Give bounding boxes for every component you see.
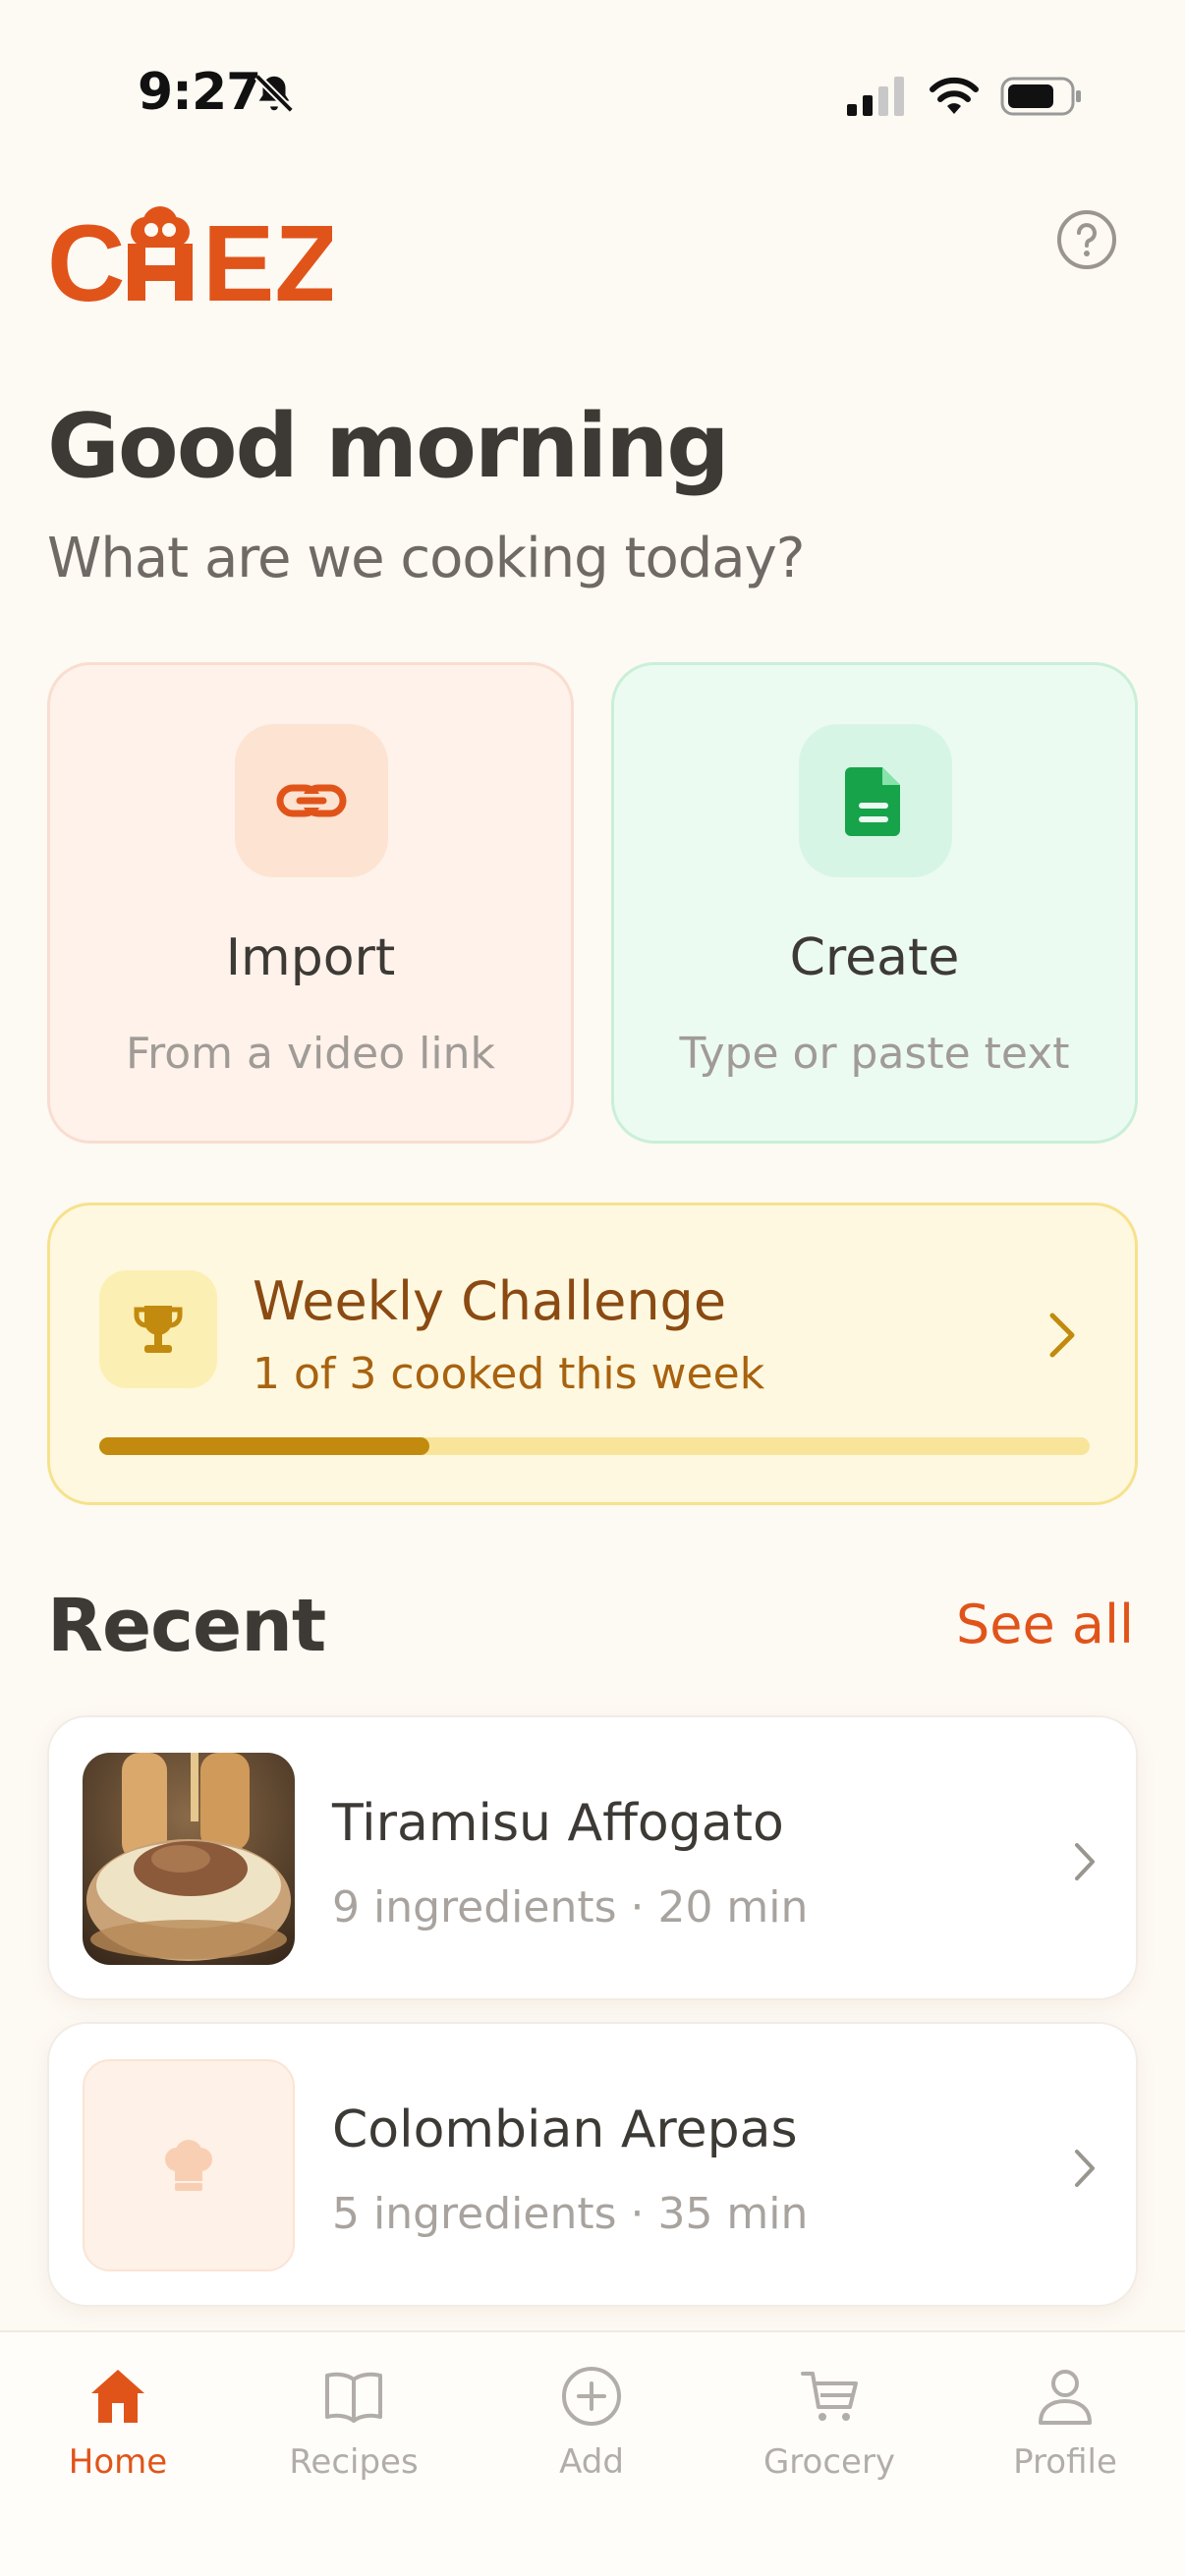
trophy-icon-box bbox=[99, 1270, 217, 1388]
import-title: Import bbox=[225, 928, 396, 987]
recent-section-title: Recent bbox=[47, 1584, 326, 1668]
recipe-placeholder bbox=[83, 2059, 295, 2271]
chef-hat-icon bbox=[165, 2140, 212, 2191]
recipe-photo bbox=[83, 1753, 295, 1965]
cart-icon bbox=[801, 2372, 858, 2421]
tab-recipes[interactable]: Recipes bbox=[255, 2362, 452, 2499]
recipe-name: Colombian Arepas bbox=[332, 2100, 798, 2159]
tab-grocery[interactable]: Grocery bbox=[731, 2362, 928, 2499]
import-subtitle: From a video link bbox=[126, 1029, 495, 1079]
recipe-card[interactable]: Tiramisu Affogato 9 ingredients · 20 min bbox=[47, 1715, 1138, 2000]
tab-bar: Home Recipes Add Grocery Profile bbox=[0, 2330, 1185, 2576]
challenge-progress-fill bbox=[99, 1437, 429, 1455]
link-icon bbox=[276, 784, 347, 817]
challenge-title: Weekly Challenge bbox=[253, 1270, 727, 1332]
challenge-progress-text: 1 of 3 cooked this week bbox=[253, 1349, 765, 1399]
status-time: 9:27 bbox=[138, 63, 261, 122]
create-icon-box bbox=[799, 724, 952, 877]
create-title: Create bbox=[789, 928, 960, 987]
greeting-title: Good morning bbox=[47, 395, 730, 498]
status-bar: 9:27 bbox=[0, 0, 1185, 187]
tiramisu-photo bbox=[83, 1753, 295, 1965]
cell-signal-icon bbox=[847, 77, 904, 116]
import-icon-box bbox=[235, 724, 388, 877]
chez-logo: C EZ bbox=[47, 204, 332, 312]
recipe-meta: 5 ingredients · 35 min bbox=[332, 2189, 809, 2239]
tab-label: Profile bbox=[1013, 2442, 1117, 2482]
help-icon[interactable] bbox=[1055, 208, 1118, 271]
challenge-progress-bar bbox=[99, 1437, 1090, 1455]
chevron-right-icon bbox=[1049, 1313, 1075, 1358]
chevron-right-icon bbox=[1075, 1843, 1095, 1880]
create-subtitle: Type or paste text bbox=[679, 1029, 1070, 1079]
recipe-card[interactable]: Colombian Arepas 5 ingredients · 35 min bbox=[47, 2022, 1138, 2307]
recipe-meta: 9 ingredients · 20 min bbox=[332, 1882, 809, 1932]
svg-text:EZ: EZ bbox=[202, 204, 332, 312]
bell-muted-icon bbox=[254, 74, 294, 113]
see-all-link[interactable]: See all bbox=[956, 1594, 1134, 1655]
create-card[interactable]: Create Type or paste text bbox=[611, 662, 1138, 1144]
weekly-challenge-card[interactable]: Weekly Challenge 1 of 3 cooked this week bbox=[47, 1203, 1138, 1505]
tab-profile[interactable]: Profile bbox=[967, 2362, 1163, 2499]
tab-home[interactable]: Home bbox=[20, 2362, 216, 2499]
import-card[interactable]: Import From a video link bbox=[47, 662, 574, 1144]
tab-label: Grocery bbox=[762, 2442, 896, 2482]
tab-label: Add bbox=[559, 2442, 624, 2482]
recipe-name: Tiramisu Affogato bbox=[332, 1794, 784, 1853]
chevron-right-icon bbox=[1075, 2150, 1095, 2187]
book-icon bbox=[325, 2372, 382, 2423]
person-icon bbox=[1039, 2370, 1092, 2425]
tab-label: Home bbox=[68, 2442, 168, 2482]
battery-icon bbox=[1000, 77, 1081, 116]
wifi-icon bbox=[930, 77, 979, 114]
svg-text:C: C bbox=[47, 204, 127, 312]
tab-label: Recipes bbox=[289, 2442, 419, 2482]
plus-circle-icon bbox=[562, 2367, 621, 2426]
greeting-subtitle: What are we cooking today? bbox=[47, 527, 805, 590]
document-icon bbox=[845, 767, 900, 836]
home-icon bbox=[91, 2370, 144, 2423]
tab-add[interactable]: Add bbox=[493, 2362, 690, 2499]
trophy-icon bbox=[134, 1306, 183, 1353]
